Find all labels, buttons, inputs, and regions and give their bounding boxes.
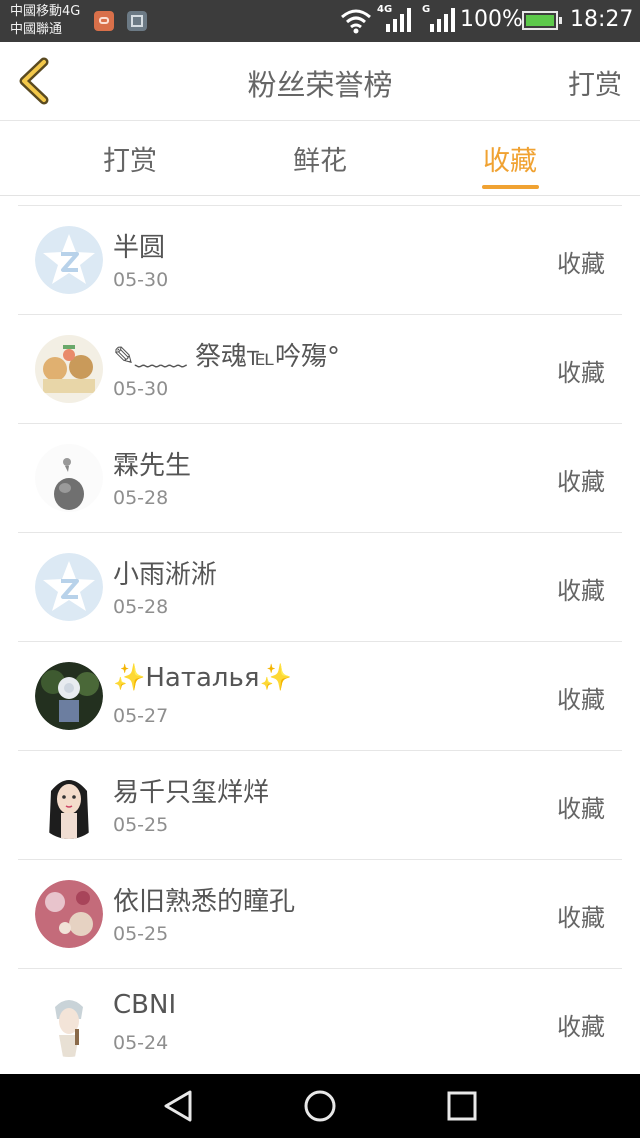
floral-avatar-icon bbox=[35, 880, 103, 948]
fan-date: 05-30 bbox=[113, 378, 169, 400]
avatar[interactable] bbox=[35, 989, 103, 1057]
carrier-text: 中國移動4G 中國聯通 bbox=[10, 3, 80, 39]
fan-name: ✎﹏﹏ 祭魂℡吟殤° bbox=[113, 342, 340, 372]
list-item[interactable]: ✨Наталья✨ 05-27 收藏 bbox=[18, 642, 622, 751]
fan-action-label: 收藏 bbox=[557, 904, 605, 932]
carrier-line-1: 中國移動4G bbox=[10, 4, 81, 19]
wifi-icon bbox=[341, 9, 371, 34]
square-recents-icon bbox=[447, 1091, 477, 1121]
list-item[interactable]: 易千只玺烊烊 05-25 收藏 bbox=[18, 751, 622, 860]
battery-percent: 100% bbox=[460, 7, 523, 32]
active-tab-indicator bbox=[482, 185, 539, 189]
avatar[interactable] bbox=[35, 553, 103, 621]
fan-action-label: 收藏 bbox=[557, 359, 605, 387]
avatar[interactable] bbox=[35, 771, 103, 839]
default-qq-avatar-icon bbox=[35, 226, 103, 294]
sketch-avatar-icon bbox=[35, 444, 103, 512]
avatar[interactable] bbox=[35, 444, 103, 512]
status-bar: 中國移動4G 中國聯通 4G G 100% 18:27 bbox=[0, 0, 640, 42]
battery-fill bbox=[526, 15, 554, 26]
anime-boy-avatar-icon bbox=[35, 989, 103, 1057]
tab-favorites[interactable]: 收藏 bbox=[450, 139, 570, 178]
mail-notification-icon bbox=[94, 11, 114, 31]
anime-girl-avatar-icon bbox=[35, 771, 103, 839]
fan-name: 易千只玺烊烊 bbox=[113, 778, 270, 808]
default-qq-avatar-icon bbox=[35, 553, 103, 621]
signal-icon bbox=[386, 8, 411, 32]
signal-icon-2 bbox=[430, 8, 455, 32]
battery-icon bbox=[522, 11, 562, 30]
clock: 18:27 bbox=[570, 7, 634, 32]
system-nav-bar bbox=[0, 1074, 640, 1138]
fan-action-label: 收藏 bbox=[557, 468, 605, 496]
list-item[interactable]: 依旧熟悉的瞳孔 05-25 收藏 bbox=[18, 860, 622, 969]
fan-action-label: 收藏 bbox=[557, 686, 605, 714]
list-item[interactable]: 霖先生 05-28 收藏 bbox=[18, 424, 622, 533]
fan-name: ✨Наталья✨ bbox=[113, 663, 292, 693]
triangle-back-icon bbox=[164, 1090, 192, 1122]
fan-date: 05-25 bbox=[113, 923, 169, 945]
fan-date: 05-30 bbox=[113, 269, 169, 291]
carrier-line-2: 中國聯通 bbox=[10, 22, 63, 37]
tab-bar: 打赏 鲜花 收藏 bbox=[0, 121, 640, 196]
avatar[interactable] bbox=[35, 880, 103, 948]
tab-flowers[interactable]: 鲜花 bbox=[260, 139, 380, 178]
nav-back-button[interactable] bbox=[160, 1088, 196, 1124]
fan-date: 05-28 bbox=[113, 596, 169, 618]
gallery-notification-icon bbox=[127, 11, 147, 31]
fan-list: 半圆 05-30 收藏 ✎﹏﹏ 祭魂℡吟殤° 05-30 收藏 霖先生 05-2… bbox=[18, 205, 622, 1078]
fan-action-label: 收藏 bbox=[557, 577, 605, 605]
fan-name: CBNI bbox=[113, 990, 177, 1020]
fan-name: 小雨淅淅 bbox=[113, 560, 218, 590]
fan-action-label: 收藏 bbox=[557, 795, 605, 823]
fan-action-label: 收藏 bbox=[557, 1013, 605, 1041]
list-item[interactable]: CBNI 05-24 收藏 bbox=[18, 969, 622, 1078]
fan-name: 依旧熟悉的瞳孔 bbox=[113, 887, 296, 917]
nav-home-button[interactable] bbox=[302, 1088, 338, 1124]
photo-avatar-icon bbox=[35, 662, 103, 730]
fan-date: 05-28 bbox=[113, 487, 169, 509]
fan-name: 半圆 bbox=[113, 233, 166, 263]
fan-date: 05-27 bbox=[113, 705, 169, 727]
tab-reward[interactable]: 打赏 bbox=[70, 139, 190, 178]
cartoon-avatar-icon bbox=[35, 335, 103, 403]
page-title: 粉丝荣誉榜 bbox=[247, 68, 393, 102]
title-bar: 粉丝荣誉榜 打赏 bbox=[0, 42, 640, 121]
avatar[interactable] bbox=[35, 226, 103, 294]
list-item[interactable]: ✎﹏﹏ 祭魂℡吟殤° 05-30 收藏 bbox=[18, 315, 622, 424]
fan-date: 05-25 bbox=[113, 814, 169, 836]
avatar[interactable] bbox=[35, 662, 103, 730]
fan-action-label: 收藏 bbox=[557, 250, 605, 278]
avatar[interactable] bbox=[35, 335, 103, 403]
fan-date: 05-24 bbox=[113, 1032, 169, 1054]
list-item[interactable]: 半圆 05-30 收藏 bbox=[18, 206, 622, 315]
nav-recents-button[interactable] bbox=[444, 1088, 480, 1124]
fan-name: 霖先生 bbox=[113, 451, 192, 481]
list-item[interactable]: 小雨淅淅 05-28 收藏 bbox=[18, 533, 622, 642]
reward-button[interactable]: 打赏 bbox=[568, 63, 622, 102]
circle-home-icon bbox=[304, 1090, 336, 1122]
